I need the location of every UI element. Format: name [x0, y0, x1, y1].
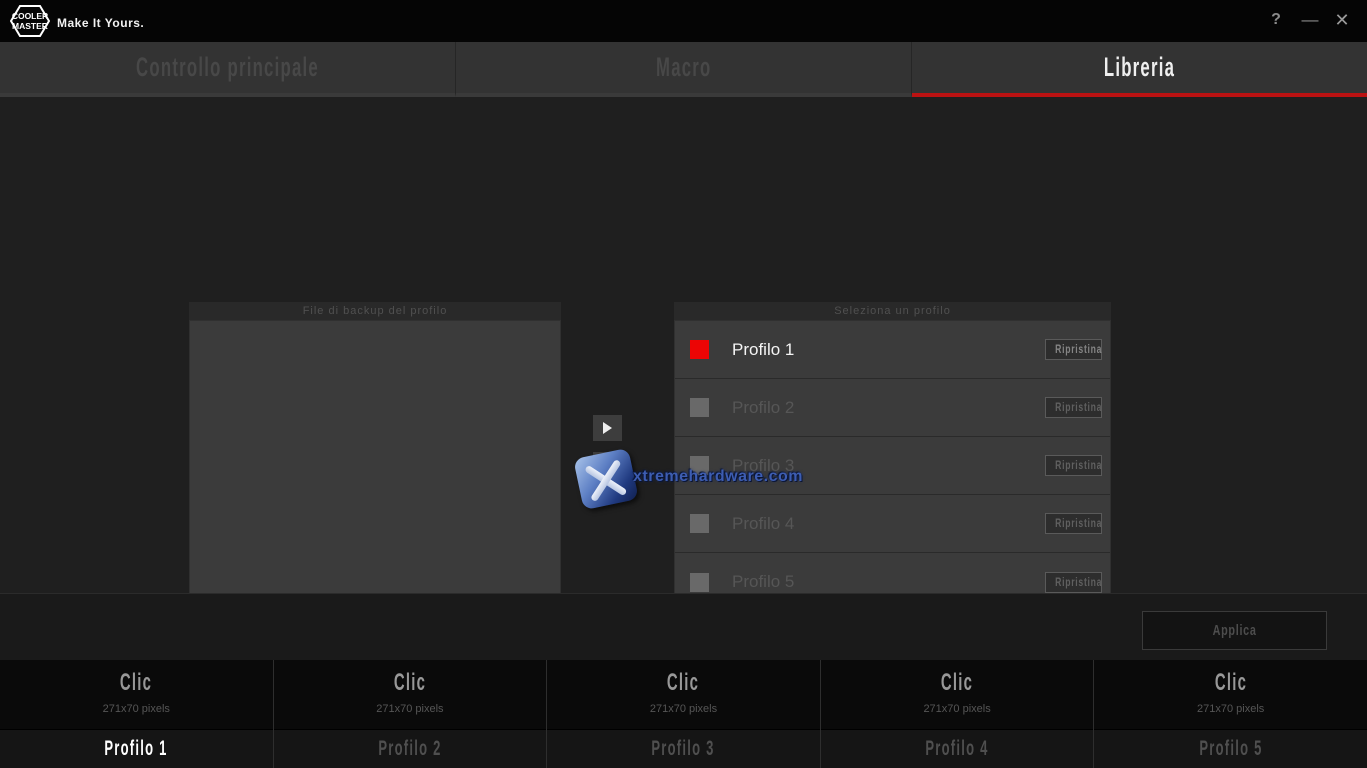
apply-button[interactable]: Applica [1142, 611, 1327, 650]
profile-name: Profilo 5 [732, 572, 794, 592]
tab-macro[interactable]: Macro [456, 42, 912, 97]
tab-label: Libreria [1104, 52, 1175, 83]
binding-size: 271x70 pixels [1094, 703, 1367, 715]
watermark-x-icon [573, 448, 639, 511]
close-icon[interactable]: ✕ [1329, 8, 1355, 34]
help-icon[interactable]: ? [1263, 8, 1289, 34]
title-bar: COOLER MASTER Make It Yours. ? — ✕ [0, 0, 1367, 42]
profile-strip-tab-4[interactable]: Profilo 4 [821, 729, 1094, 768]
tab-libreria[interactable]: Libreria [912, 42, 1367, 97]
profile-strip-cell-1: Clic 271x70 pixels Profilo 1 [0, 660, 274, 768]
profile-strip-cell-5: Clic 271x70 pixels Profilo 5 [1094, 660, 1367, 768]
binding-size: 271x70 pixels [274, 703, 547, 715]
watermark-text: xtremehardware.com [633, 468, 803, 486]
profile-strip-tab-2[interactable]: Profilo 2 [274, 729, 547, 768]
restore-button[interactable]: Ripristina [1045, 455, 1102, 476]
cooler-master-logo-icon: COOLER MASTER [10, 5, 50, 37]
profile-checkbox[interactable] [690, 514, 709, 533]
tab-bar: Controllo principale Macro Libreria [0, 42, 1367, 97]
profile-strip-label: Profilo 4 [925, 730, 988, 767]
binding-summary: Clic 271x70 pixels [274, 660, 547, 729]
profile-checkbox[interactable] [690, 398, 709, 417]
profile-row-4[interactable]: Profilo 4 Ripristina [675, 495, 1110, 553]
binding-summary: Clic 271x70 pixels [1094, 660, 1367, 729]
profile-checkbox[interactable] [690, 340, 709, 359]
tab-controllo-principale[interactable]: Controllo principale [0, 42, 456, 97]
profile-strip-tab-1[interactable]: Profilo 1 [0, 729, 273, 768]
tab-label: Controllo principale [136, 52, 319, 83]
restore-label: Ripristina [1055, 340, 1102, 359]
binding-summary: Clic 271x70 pixels [821, 660, 1094, 729]
profile-strip-label: Profilo 5 [1199, 730, 1262, 767]
profile-strip: Clic 271x70 pixels Profilo 1 Clic 271x70… [0, 660, 1367, 768]
profile-name: Profilo 2 [732, 398, 794, 418]
backup-file-list[interactable] [189, 320, 561, 612]
restore-button[interactable]: Ripristina [1045, 397, 1102, 418]
move-right-button[interactable] [593, 415, 622, 441]
profile-row-1[interactable]: Profilo 1 Ripristina [675, 321, 1110, 379]
tab-label: Macro [656, 52, 712, 83]
restore-label: Ripristina [1055, 514, 1102, 533]
restore-label: Ripristina [1055, 398, 1102, 417]
backup-panel-title: File di backup del profilo [189, 302, 561, 320]
profile-checkbox[interactable] [690, 573, 709, 592]
profile-strip-cell-4: Clic 271x70 pixels Profilo 4 [821, 660, 1095, 768]
restore-button[interactable]: Ripristina [1045, 572, 1102, 593]
profile-row-2[interactable]: Profilo 2 Ripristina [675, 379, 1110, 437]
binding-action: Clic [941, 669, 973, 697]
binding-size: 271x70 pixels [821, 703, 1094, 715]
brand-tagline: Make It Yours. [57, 16, 144, 30]
right-arrow-icon [603, 422, 612, 434]
profile-row-3[interactable]: Profilo 3 Ripristina [675, 437, 1110, 495]
restore-button[interactable]: Ripristina [1045, 513, 1102, 534]
profile-strip-label: Profilo 2 [378, 730, 441, 767]
app-window: COOLER MASTER Make It Yours. ? — ✕ Contr… [0, 0, 1367, 768]
binding-summary: Clic 271x70 pixels [0, 660, 273, 729]
binding-size: 271x70 pixels [0, 703, 273, 715]
library-content: File di backup del profilo Elimina Impos… [0, 97, 1367, 593]
binding-summary: Clic 271x70 pixels [547, 660, 820, 729]
apply-label: Applica [1212, 612, 1256, 649]
profile-name: Profilo 1 [732, 340, 794, 360]
profile-strip-tab-5[interactable]: Profilo 5 [1094, 729, 1367, 768]
svg-text:MASTER: MASTER [12, 21, 48, 31]
profile-name: Profilo 4 [732, 514, 794, 534]
binding-size: 271x70 pixels [547, 703, 820, 715]
footer-bar: Applica [0, 593, 1367, 660]
binding-action: Clic [394, 669, 426, 697]
profile-panel-title: Seleziona un profilo [674, 302, 1111, 320]
svg-text:COOLER: COOLER [12, 11, 48, 21]
profile-strip-label: Profilo 3 [652, 730, 715, 767]
restore-label: Ripristina [1055, 573, 1102, 592]
restore-button[interactable]: Ripristina [1045, 339, 1102, 360]
profile-strip-cell-2: Clic 271x70 pixels Profilo 2 [274, 660, 548, 768]
binding-action: Clic [120, 669, 152, 697]
binding-action: Clic [667, 669, 699, 697]
profile-strip-cell-3: Clic 271x70 pixels Profilo 3 [547, 660, 821, 768]
profile-strip-label: Profilo 1 [105, 730, 168, 767]
profile-strip-tab-3[interactable]: Profilo 3 [547, 729, 820, 768]
minimize-icon[interactable]: — [1297, 8, 1323, 34]
binding-action: Clic [1215, 669, 1247, 697]
restore-label: Ripristina [1055, 456, 1102, 475]
